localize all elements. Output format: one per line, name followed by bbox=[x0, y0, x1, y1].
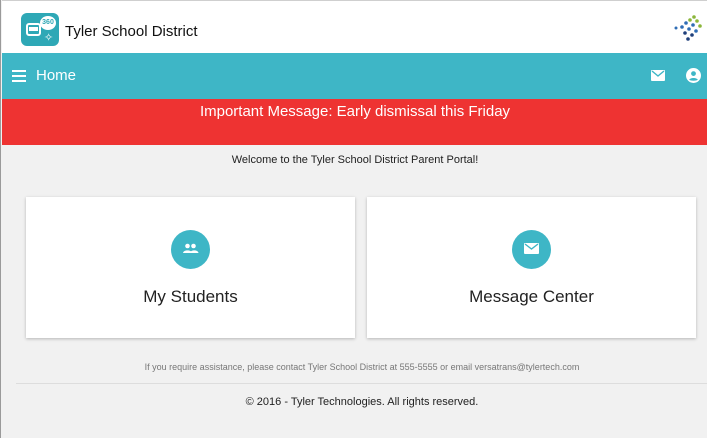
nav-title[interactable]: Home bbox=[36, 67, 76, 84]
message-center-card[interactable]: Message Center bbox=[367, 197, 696, 338]
top-header: 360 ✧ Tyler School District bbox=[2, 0, 707, 53]
bus-icon bbox=[26, 23, 41, 36]
app-logo[interactable]: 360 ✧ bbox=[21, 13, 59, 46]
people-icon bbox=[171, 230, 210, 269]
my-students-label: My Students bbox=[143, 287, 238, 306]
hamburger-menu-icon[interactable] bbox=[12, 70, 26, 82]
mail-icon[interactable] bbox=[651, 70, 665, 81]
page: 360 ✧ Tyler School District Home Importa… bbox=[0, 0, 707, 438]
account-icon[interactable] bbox=[686, 68, 701, 83]
welcome-text: Welcome to the Tyler School District Par… bbox=[231, 154, 479, 166]
nav-bar: Home bbox=[2, 53, 707, 99]
message-center-label: Message Center bbox=[469, 287, 594, 306]
logo-badge: 360 bbox=[40, 16, 56, 30]
my-students-card[interactable]: My Students bbox=[26, 197, 355, 338]
sparkle-icon: ✧ bbox=[44, 32, 54, 44]
tyler-logo-icon bbox=[674, 15, 702, 41]
copyright-text: © 2016 - Tyler Technologies. All rights … bbox=[245, 396, 479, 408]
assistance-text: If you require assistance, please contac… bbox=[144, 362, 580, 372]
footer-divider bbox=[16, 383, 707, 384]
district-title: Tyler School District bbox=[65, 23, 198, 40]
important-message-banner: Important Message: Early dismissal this … bbox=[2, 99, 707, 145]
mail-icon bbox=[512, 230, 551, 269]
